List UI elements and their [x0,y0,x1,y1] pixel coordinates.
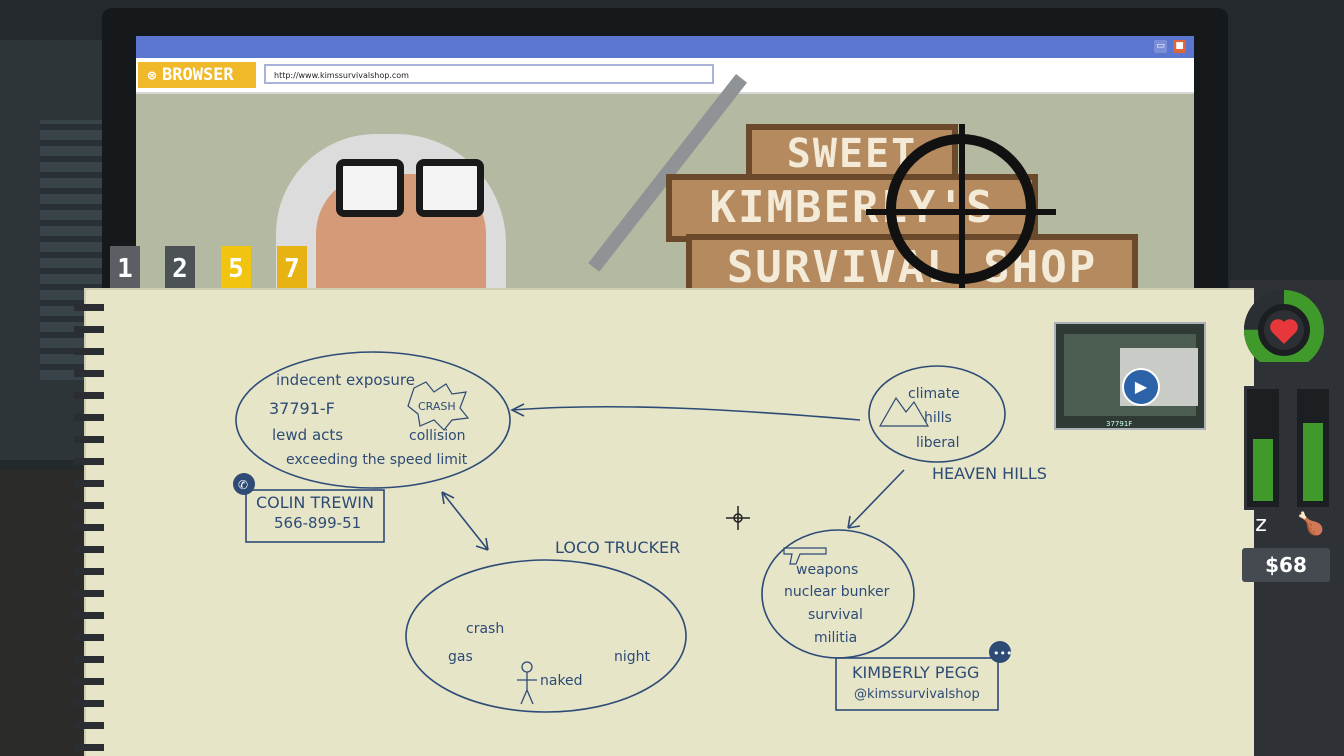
kimberly-handle: @kimssurvivalshop [854,687,980,702]
crash-item-4: collision [409,428,466,444]
video-clue[interactable]: ▶ 37791F [1054,322,1206,430]
heaven-title: HEAVEN HILLS [932,464,1047,483]
shop-item-3: survival [808,607,863,623]
money-display: $68 [1242,548,1330,582]
food-icon: 🍗 [1297,512,1325,537]
arrow-crash-truck [441,491,489,551]
shop-item-1: weapons [796,562,858,578]
crash-item-3: lewd acts [272,426,343,444]
play-icon[interactable]: ▶ [1122,368,1160,406]
truck-title: LOCO TRUCKER [555,538,680,557]
sleep-meter [1244,386,1282,510]
sleep-icon: z [1255,512,1267,537]
kimberly-name: KIMBERLY PEGG [852,663,979,682]
health-meter [1244,290,1324,362]
phone-icon: ✆ [233,473,255,495]
truck-bubble[interactable] [405,559,687,713]
heaven-item-1: climate [908,386,960,402]
shop-item-4: militia [814,630,857,646]
svg-text:•••: ••• [993,647,1012,660]
colin-phone: 566-899-51 [274,514,361,532]
video-frame: ▶ 37791F [1064,334,1198,428]
crash-badge-text: CRASH [418,400,456,413]
crosshair-cursor-icon [726,506,750,530]
shop-item-2: nuclear bunker [784,584,890,600]
colin-name: COLIN TREWIN [256,493,374,512]
arrow-heaven-to-shop [847,469,905,529]
truck-item-2: gas [448,649,473,665]
arrow-heaven-to-crash [510,403,861,421]
crash-item-5: exceeding the speed limit [286,452,468,468]
mountain-icon [878,396,930,427]
crash-badge-icon: CRASH [407,381,470,431]
heaven-item-3: liberal [916,435,960,451]
hunger-meter [1294,386,1332,510]
truck-item-3: night [614,649,651,665]
chat-icon: ••• [989,641,1012,663]
truck-item-1: crash [466,621,504,637]
truck-item-4: naked [540,673,583,689]
crash-item-2: 37791-F [269,399,335,418]
video-stat: 37791F [1106,420,1133,428]
hunger-fill [1303,423,1323,501]
crash-item-1: indecent exposure [276,371,415,389]
svg-text:✆: ✆ [238,478,248,492]
sleep-fill [1253,439,1273,501]
heaven-item-2: hills [924,410,952,426]
stick-figure-icon [517,661,537,705]
